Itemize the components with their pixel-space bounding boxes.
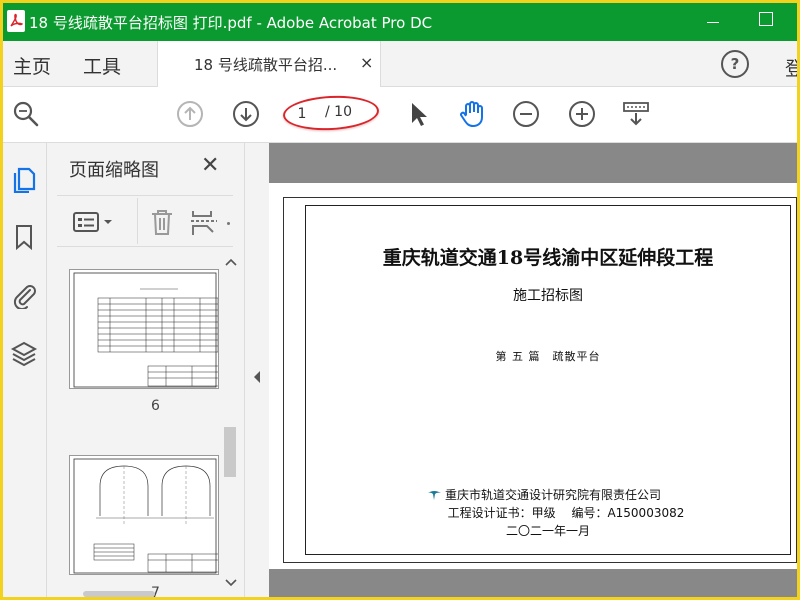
zoom-out-icon[interactable] [511, 99, 541, 129]
panel-title: 页面缩略图 [69, 160, 159, 181]
zoom-in-icon[interactable] [567, 99, 597, 129]
tab-document[interactable]: 18 号线疏散平台招... × [157, 41, 381, 88]
menu-tools[interactable]: 工具 [83, 52, 121, 79]
sign-in-link[interactable]: 登 [785, 54, 797, 81]
tab-close-icon[interactable]: × [360, 53, 373, 72]
acrobat-window: 18 号线疏散平台招标图 打印.pdf - Adobe Acrobat Pro … [3, 3, 797, 597]
scrollbar-thumb[interactable] [224, 427, 236, 477]
insert-page-icon[interactable] [189, 208, 219, 236]
document-date: 二〇二一年一月 [505, 524, 590, 538]
tools-divider [137, 198, 138, 244]
company-logo-icon [427, 486, 442, 500]
help-icon[interactable]: ? [721, 50, 749, 78]
page-display-icon[interactable] [621, 99, 651, 129]
hand-tool-icon[interactable] [457, 99, 487, 129]
previous-page-icon[interactable] [175, 99, 205, 129]
more-tools-icon[interactable] [227, 222, 230, 225]
panel-close-icon[interactable]: ✕ [201, 153, 219, 178]
thumbnail-label-6: 6 [151, 398, 160, 414]
thumbnail-scrollbar[interactable] [221, 255, 239, 595]
scroll-down-icon[interactable] [225, 573, 237, 592]
document-subtitle: 施工招标图 [513, 288, 583, 304]
title-bar: 18 号线疏散平台招标图 打印.pdf - Adobe Acrobat Pro … [3, 3, 797, 41]
document-page: 重庆轨道交通18号线渝中区延伸段工程 施工招标图 第 五 篇 疏散平台 重庆市轨… [269, 183, 797, 569]
navigation-rail [3, 143, 47, 597]
menu-home[interactable]: 主页 [13, 52, 51, 79]
horizontal-scrollbar-thumb[interactable] [83, 591, 155, 597]
bookmarks-icon[interactable] [10, 223, 38, 251]
window-title: 18 号线疏散平台招标图 打印.pdf - Adobe Acrobat Pro … [29, 14, 433, 32]
scroll-up-icon[interactable] [225, 257, 237, 270]
document-section: 第 五 篇 疏散平台 [495, 350, 601, 363]
toolbar: 1 / 10 [3, 87, 797, 143]
collapse-panel-icon[interactable] [248, 367, 266, 393]
tab-document-label: 18 号线疏散平台招... [194, 56, 338, 74]
next-page-icon[interactable] [231, 99, 261, 129]
document-company: 重庆市轨道交通设计研究院有限责任公司 [445, 488, 662, 502]
thumbnail-page-6[interactable] [69, 269, 219, 389]
minimize-button[interactable] [703, 11, 725, 33]
thumbnail-page-7[interactable] [69, 455, 219, 575]
acrobat-app-icon[interactable] [7, 10, 25, 32]
maximize-button[interactable] [759, 12, 773, 26]
page-thumbnails-icon[interactable] [10, 165, 38, 194]
document-title: 重庆轨道交通18号线渝中区延伸段工程 [382, 247, 714, 269]
panel-tools [57, 195, 233, 247]
annotation-ellipse [282, 93, 380, 133]
menu-row: 主页 工具 18 号线疏散平台招... × ? 登 [3, 41, 797, 88]
document-certificate: 工程设计证书：甲级 编号：A150003082 [447, 506, 685, 520]
next-page-gap [269, 573, 797, 597]
zoom-search-icon[interactable] [11, 99, 41, 129]
select-cursor-icon[interactable] [403, 99, 433, 129]
thumbnail-panel: 页面缩略图 ✕ 6 7 [47, 143, 245, 597]
attachments-icon[interactable] [10, 281, 38, 311]
delete-page-icon[interactable] [149, 208, 175, 236]
document-area: 重庆轨道交通18号线渝中区延伸段工程 施工招标图 第 五 篇 疏散平台 重庆市轨… [269, 143, 797, 597]
thumbnail-options-icon[interactable] [73, 210, 117, 234]
layers-icon[interactable] [10, 339, 38, 367]
